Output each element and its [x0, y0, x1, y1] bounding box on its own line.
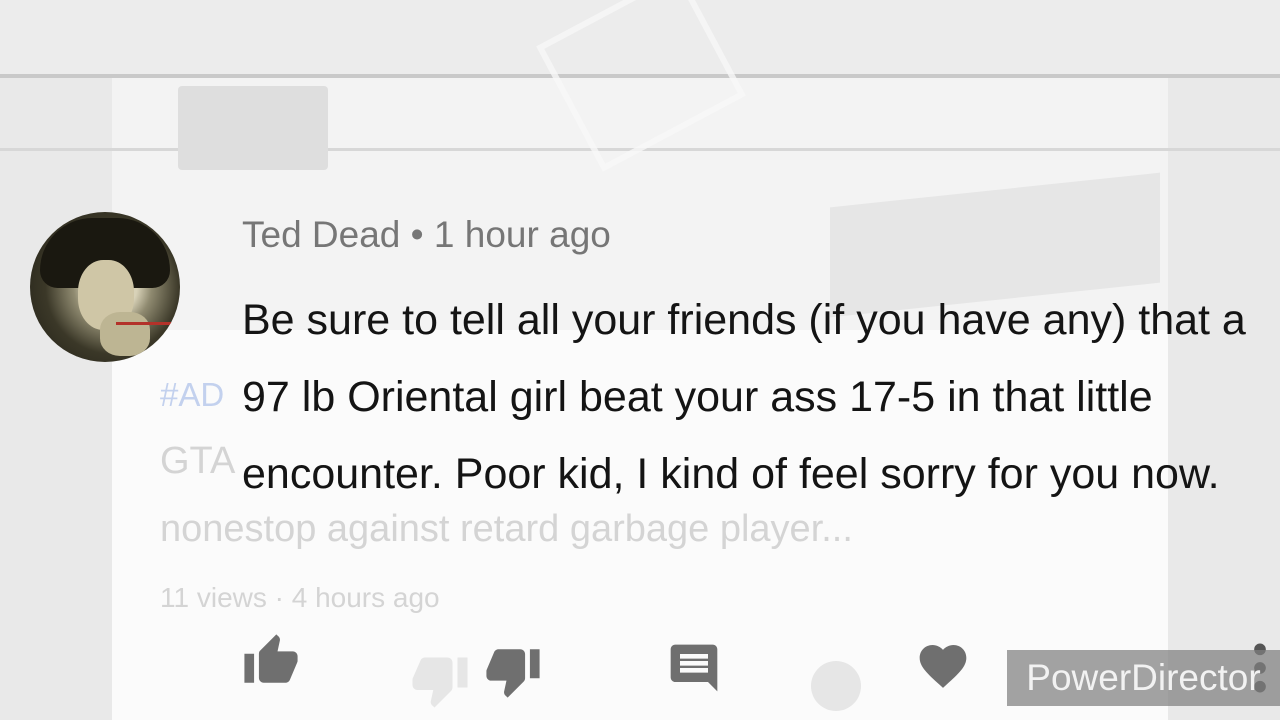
comment-time: 1 hour ago — [433, 214, 611, 255]
powerdirector-watermark: PowerDirector — [1007, 650, 1280, 706]
comment-meta: Ted Dead • 1 hour ago — [242, 214, 611, 256]
ghost-title-line2: nonestop against retard garbage player..… — [160, 508, 853, 550]
ghost-account-icon — [811, 661, 861, 711]
thumbs-down-icon[interactable] — [484, 642, 542, 700]
reply-icon[interactable] — [666, 640, 722, 696]
avatar[interactable] — [30, 212, 180, 362]
heart-icon[interactable] — [914, 638, 972, 694]
avatar-accent — [116, 322, 176, 325]
ghost-thumbnail — [178, 86, 328, 170]
meta-separator: • — [410, 214, 424, 255]
comment-author[interactable]: Ted Dead — [242, 214, 400, 255]
comment-text: Be sure to tell all your friends (if you… — [242, 296, 1246, 498]
ghost-video-meta: 11 views · 4 hours ago — [160, 582, 440, 613]
thumbs-up-icon[interactable] — [242, 632, 300, 690]
avatar-hand — [100, 312, 150, 356]
ghost-hashtag: #AD — [160, 376, 225, 413]
ghost-thumbs-down-icon — [412, 657, 468, 708]
ghost-title-line1: GTA — [160, 440, 236, 482]
